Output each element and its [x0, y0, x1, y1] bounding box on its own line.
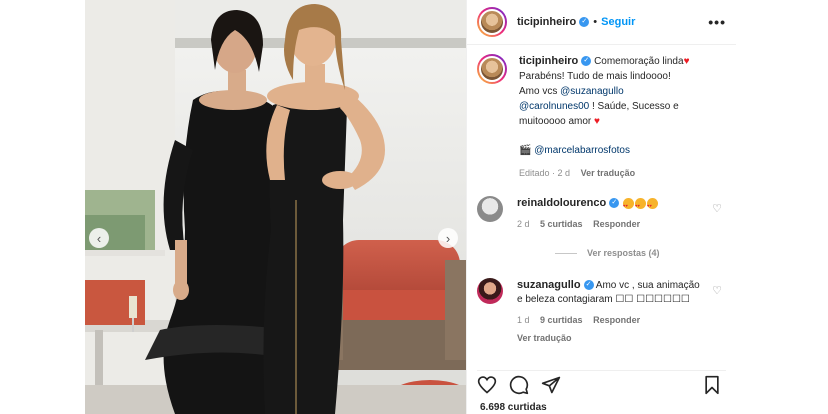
- translate-link[interactable]: Ver tradução: [581, 168, 636, 178]
- verified-badge-icon: ✓: [581, 56, 592, 67]
- caption-text-line1: Comemoração linda: [594, 56, 684, 67]
- heart-emoji-icon: ♥: [683, 56, 690, 67]
- mention-link-marcelabarrosfotos[interactable]: @marcelabarrosfotos: [534, 145, 630, 156]
- clapperboard-emoji-icon: 🎬: [519, 145, 532, 156]
- comment-like-heart-icon[interactable]: ♡: [712, 284, 722, 297]
- chevron-left-icon: ‹: [96, 230, 102, 246]
- caption-avatar[interactable]: [477, 54, 507, 84]
- heart-icon[interactable]: [477, 375, 497, 395]
- caption-text-line2: Parabéns! Tudo de mais lindoooo!: [519, 71, 671, 82]
- carousel-next-button[interactable]: ›: [438, 228, 458, 248]
- post-side-panel: ticipinheiro ✓ • Seguir ••• ticipinheiro…: [466, 0, 736, 414]
- post-header: ticipinheiro ✓ • Seguir •••: [467, 0, 736, 45]
- share-paper-plane-icon[interactable]: [541, 375, 561, 395]
- follow-button[interactable]: Seguir: [601, 16, 635, 28]
- comment-item: suzanagullo ✓ Amo vc , sua animação e bel…: [477, 278, 726, 345]
- mention-link-carolnunes00[interactable]: @carolnunes00: [519, 101, 589, 112]
- comment-like-heart-icon[interactable]: ♡: [712, 202, 722, 215]
- heart-eyes-emoji-icon: [647, 197, 659, 213]
- more-options-icon[interactable]: •••: [708, 14, 726, 30]
- comment-avatar[interactable]: [477, 196, 503, 222]
- reply-button[interactable]: Responder: [593, 219, 640, 229]
- caption-body: ticipinheiro ✓ Comemoração linda♥ Parabén…: [519, 54, 725, 181]
- photo-illustration: [85, 0, 466, 414]
- bookmark-icon[interactable]: [702, 375, 722, 395]
- heart-eyes-emoji-icon: [635, 197, 647, 213]
- post-username[interactable]: ticipinheiro: [517, 16, 576, 28]
- reply-button[interactable]: Responder: [593, 315, 640, 325]
- heart-emoji-icon: ♥: [594, 116, 600, 127]
- verified-badge-icon: ✓: [609, 198, 620, 209]
- comment-username[interactable]: suzanagullo: [517, 279, 581, 291]
- comment-likes[interactable]: 5 curtidas: [540, 219, 583, 229]
- comment-age: 1 d: [517, 315, 530, 325]
- caption-meta: Editado · 2 d Ver tradução: [519, 166, 725, 181]
- comment-username[interactable]: reinaldolourenco: [517, 197, 606, 209]
- caption-text-line3: Amo vcs: [519, 86, 558, 97]
- caption-username[interactable]: ticipinheiro: [519, 55, 578, 67]
- view-replies-button[interactable]: Ver respostas (4): [555, 248, 660, 258]
- chevron-right-icon: ›: [445, 230, 451, 246]
- post-caption: ticipinheiro ✓ Comemoração linda♥ Parabén…: [477, 54, 726, 181]
- instagram-post-modal: ‹ › ticipinheiro ✓ • Seguir ••• ticipinh…: [0, 0, 828, 414]
- likes-count[interactable]: 6.698 curtidas: [480, 402, 547, 413]
- post-photo[interactable]: [85, 0, 466, 414]
- mention-link-suzanagullo[interactable]: @suzanagullo: [560, 86, 624, 97]
- comment-meta: 1 d 9 curtidas Responder: [517, 313, 707, 327]
- post-actions-bar: [477, 370, 726, 394]
- photo-credit: 🎬 @marcelabarrosfotos: [519, 143, 725, 158]
- comment-translate: Ver tradução: [517, 331, 707, 345]
- comment-age: 2 d: [517, 219, 530, 229]
- translate-link[interactable]: Ver tradução: [517, 333, 572, 343]
- comment-likes[interactable]: 9 curtidas: [540, 315, 583, 325]
- comment-avatar[interactable]: [477, 278, 503, 304]
- edited-timestamp: Editado · 2 d: [519, 168, 571, 178]
- verified-badge-icon: ✓: [579, 17, 590, 27]
- comment-body: reinaldolourenco✓ 2 d 5 curtidas Respond…: [517, 196, 707, 231]
- separator-dot: •: [593, 16, 598, 28]
- comment-icon[interactable]: [509, 375, 529, 395]
- comment-meta: 2 d 5 curtidas Responder: [517, 217, 707, 231]
- comment-item: reinaldolourenco✓ 2 d 5 curtidas Respond…: [477, 196, 726, 231]
- view-replies-label: Ver respostas (4): [587, 248, 660, 258]
- comment-body: suzanagullo ✓ Amo vc , sua animação e bel…: [517, 278, 707, 345]
- heart-eyes-emoji-icon: [623, 197, 635, 213]
- carousel-prev-button[interactable]: ‹: [89, 228, 109, 248]
- avatar[interactable]: [477, 7, 507, 37]
- verified-badge-icon: ✓: [583, 280, 594, 291]
